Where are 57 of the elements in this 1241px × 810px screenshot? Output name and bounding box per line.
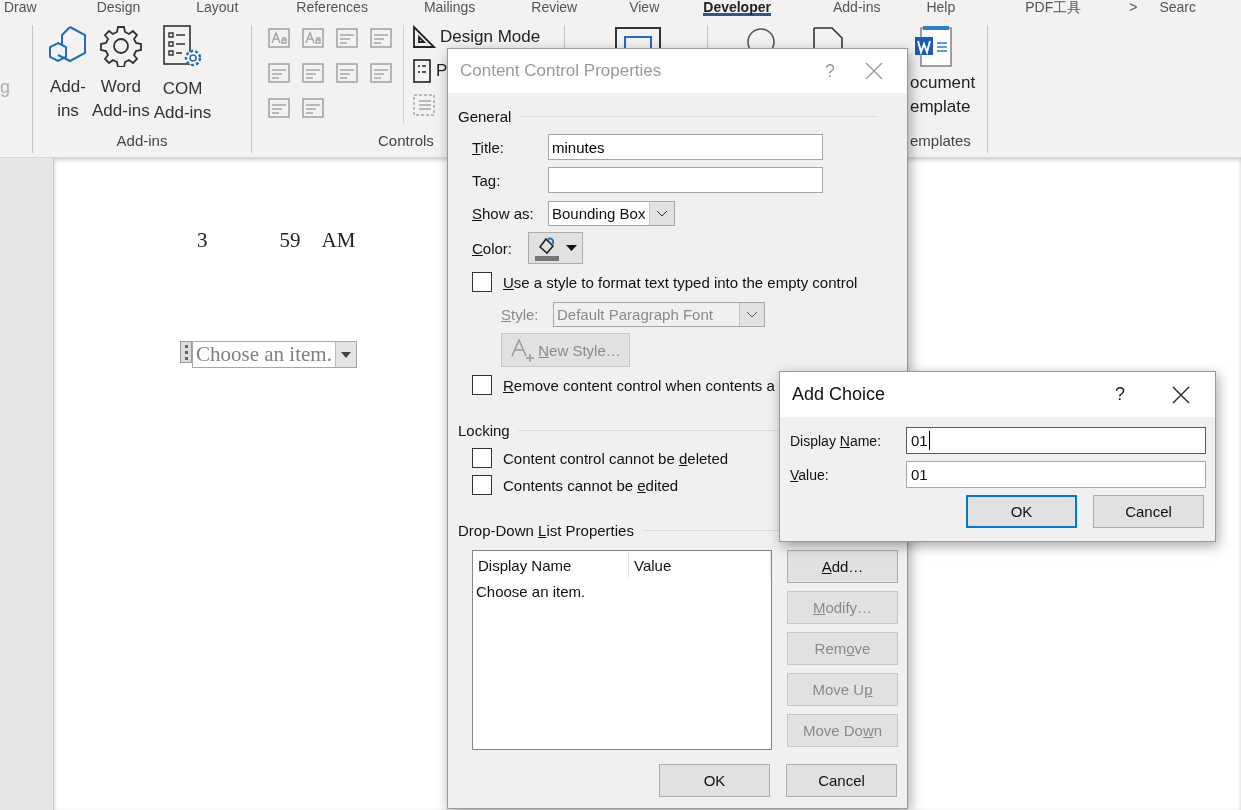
help-button[interactable]: ? [1115, 384, 1172, 405]
checkbox-label: Content control cannot be deleted [503, 449, 729, 467]
document-text: 3 [197, 228, 208, 253]
content-control-dropdown[interactable]: Choose an item. [192, 341, 357, 368]
ribbon-tab[interactable]: Add-ins [832, 0, 927, 17]
section-heading: Drop-Down List Properties [458, 521, 634, 539]
properties-button[interactable]: P [436, 61, 448, 81]
text-field[interactable]: 01 [906, 427, 1206, 454]
dialog-button[interactable]: Cancel [1093, 495, 1204, 528]
document-text: AM [321, 228, 356, 253]
field-label: Show as: [471, 204, 535, 222]
show-as-dropdown[interactable]: Bounding Box [548, 200, 675, 226]
ribbon-tab[interactable]: Review [531, 0, 630, 17]
field-label: Style: [501, 306, 540, 323]
window-title: Add Choice [791, 384, 887, 405]
field-label: Tag: [471, 171, 502, 189]
checkbox-label: Contents cannot be edited [503, 476, 679, 494]
design-mode-button[interactable]: Design Mode [440, 27, 541, 47]
ribbon-tab[interactable]: Layout [196, 0, 297, 17]
field-label: Title: [471, 138, 505, 156]
ribbon-tab[interactable]: Help [926, 0, 1026, 17]
checkbox-label: Use a style to format text typed into the empty control [503, 273, 858, 291]
section-heading: Locking [458, 421, 510, 439]
title-field[interactable]: minutes [548, 134, 823, 160]
column-header[interactable]: Display Name [473, 552, 629, 578]
list-box[interactable]: Display Name Value Choose an item. [472, 550, 772, 750]
ribbon-tab[interactable]: PDF工具 [1025, 0, 1130, 17]
section-heading: General [458, 107, 512, 125]
ribbon-button[interactable]: Word Add-ins [90, 25, 152, 131]
checkbox-label: Remove content control when contents a [503, 376, 775, 394]
ribbon-button[interactable]: COM Add-ins [151, 25, 214, 131]
field-label: Display Name: [790, 432, 883, 449]
list-item[interactable]: Choose an item. [473, 579, 771, 605]
text-field[interactable]: 01 [906, 461, 1206, 488]
field-label: Color: [471, 239, 514, 257]
dialog-button[interactable]: OK [966, 495, 1077, 528]
ribbon-tab[interactable]: > [1129, 0, 1160, 17]
window-title: Content Control Properties [459, 61, 663, 81]
ribbon-label: g [0, 76, 11, 98]
ribbon-tab[interactable]: View [629, 0, 704, 17]
list-action-button[interactable]: Add… [787, 550, 898, 583]
ribbon-tab[interactable]: Design [96, 0, 197, 17]
document-text: 59 [279, 228, 301, 253]
column-header[interactable]: Value [629, 552, 771, 578]
field-label: Value: [790, 466, 830, 483]
group-label: Controls [378, 131, 434, 151]
dialog-button[interactable]: Cancel [786, 764, 897, 797]
ribbon-tab[interactable]: Mailings [423, 0, 532, 17]
document-template-button[interactable]: ocument emplate [910, 71, 976, 131]
ribbon-tab[interactable]: Developer [703, 0, 771, 16]
ribbon-tab[interactable]: Draw [4, 0, 97, 17]
dialog-button[interactable]: OK [659, 764, 770, 797]
ribbon-button[interactable]: Add- ins [46, 25, 90, 131]
group-label: Add-ins [115, 131, 169, 151]
group-label: emplates [910, 131, 971, 151]
ribbon-tab[interactable]: References [296, 0, 424, 17]
ribbon-tab[interactable]: Searc [1159, 0, 1216, 17]
